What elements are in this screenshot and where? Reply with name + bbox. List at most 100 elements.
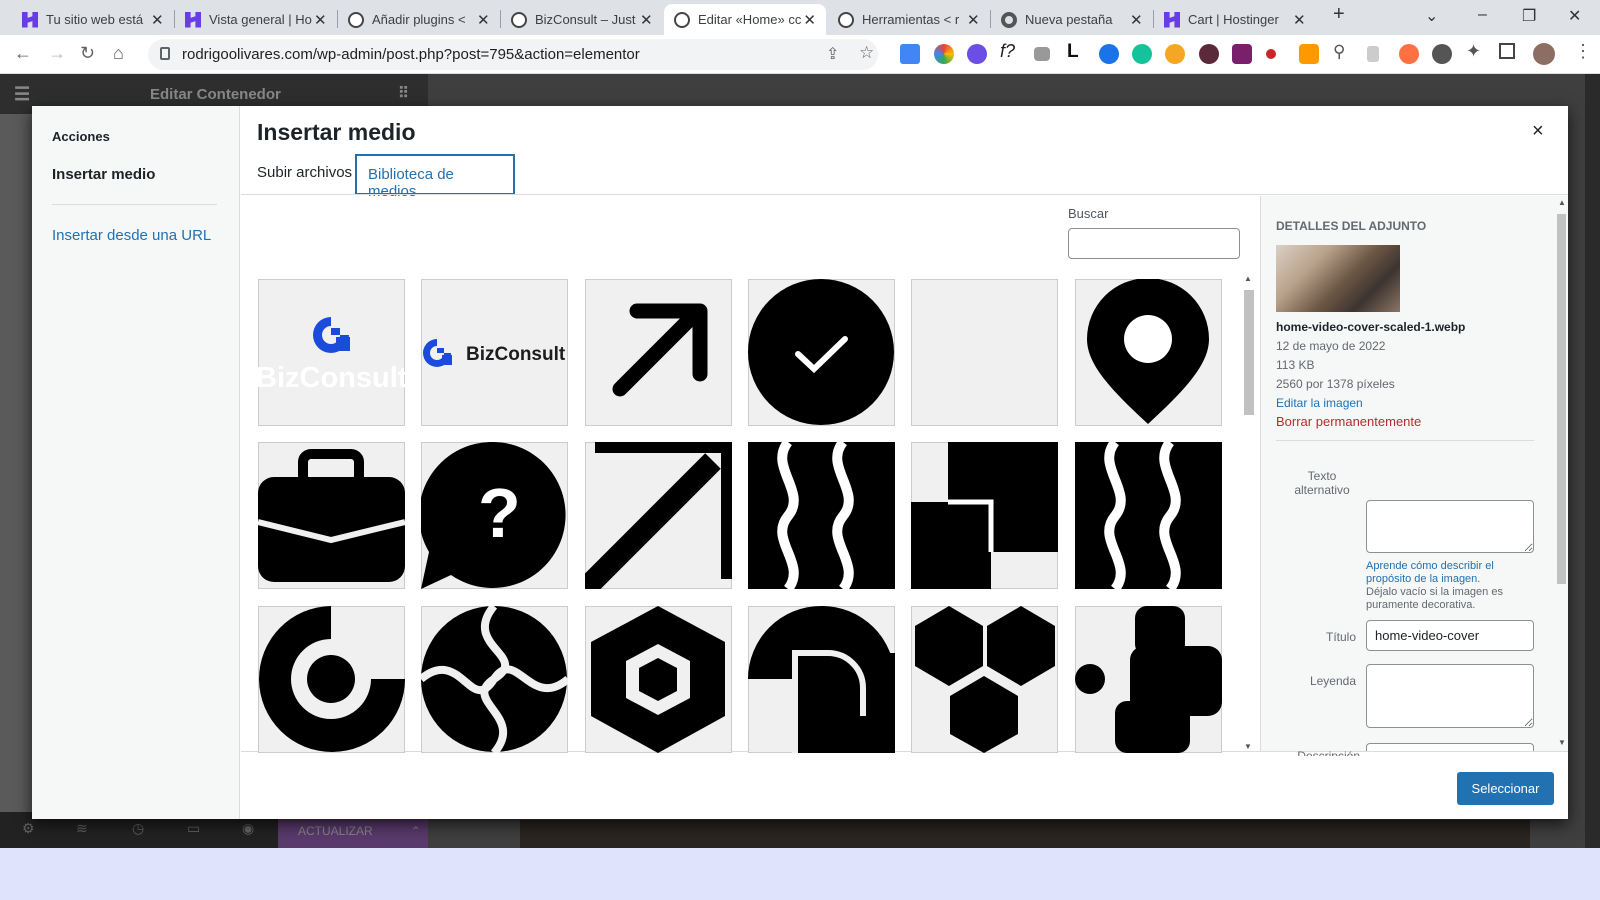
alt-text-field[interactable]: [1366, 500, 1534, 553]
home-icon[interactable]: ⌂: [113, 43, 124, 64]
title-field[interactable]: [1366, 620, 1534, 651]
menu-item-insert-media[interactable]: Insertar medio: [52, 166, 155, 183]
layers-icon[interactable]: ≋: [76, 820, 88, 837]
responsive-icon[interactable]: ▭: [187, 820, 200, 837]
editor-scrollbar[interactable]: [1585, 74, 1600, 848]
extension-icon[interactable]: [1399, 44, 1419, 64]
tab-search-icon[interactable]: ⌄: [1425, 6, 1438, 26]
chrome-menu-icon[interactable]: ⋮: [1574, 41, 1592, 62]
media-item-arrow-large[interactable]: [585, 442, 732, 589]
search-input[interactable]: [1068, 228, 1240, 259]
edit-image-link[interactable]: Editar la imagen: [1276, 396, 1363, 410]
extension-icon[interactable]: [1367, 46, 1379, 62]
bookmark-star-icon[interactable]: ☆: [859, 43, 874, 63]
media-item-waves[interactable]: [748, 442, 895, 589]
history-icon[interactable]: ◷: [132, 820, 144, 837]
media-item-bizconsult-logo-dark[interactable]: BizConsult: [421, 279, 568, 426]
browser-tab[interactable]: Herramientas < r ✕: [828, 4, 988, 35]
close-tab-icon[interactable]: ✕: [640, 11, 653, 29]
maximize-icon[interactable]: ❐: [1522, 6, 1536, 26]
media-item-ring[interactable]: [258, 606, 405, 753]
browser-tab[interactable]: Tu sitio web está ✕: [12, 4, 172, 35]
l-extension-icon[interactable]: L: [1067, 41, 1079, 63]
close-tab-icon[interactable]: ✕: [803, 11, 816, 29]
media-item-hexagons[interactable]: [911, 606, 1058, 753]
media-item-check[interactable]: [748, 279, 895, 426]
select-button[interactable]: Seleccionar: [1457, 772, 1554, 805]
font-extension-icon[interactable]: f?: [1000, 41, 1015, 62]
browser-tab[interactable]: Añadir plugins < ✕: [338, 4, 498, 35]
side-panel-icon[interactable]: [1499, 43, 1515, 59]
amazon-extension-icon[interactable]: [1299, 44, 1319, 64]
hostinger-icon: [22, 11, 38, 28]
extension-icon[interactable]: [1165, 44, 1185, 64]
close-tab-icon[interactable]: ✕: [314, 11, 327, 29]
extension-icon[interactable]: [1199, 44, 1219, 64]
new-tab-icon[interactable]: +: [1333, 3, 1345, 26]
attachment-filename: home-video-cover-scaled-1.webp: [1276, 320, 1466, 334]
camera-extension-icon[interactable]: [1034, 47, 1050, 61]
browser-tab-active[interactable]: Editar «Home» cc ✕: [664, 4, 826, 35]
hamburger-menu-icon[interactable]: ☰: [14, 84, 30, 105]
settings-icon[interactable]: ⚙: [22, 820, 35, 837]
media-item-question[interactable]: ?: [421, 442, 568, 589]
browser-tab[interactable]: BizConsult – Just ✕: [501, 4, 661, 35]
close-tab-icon[interactable]: ✕: [1130, 11, 1143, 29]
back-icon[interactable]: ←: [14, 43, 32, 64]
address-bar[interactable]: rodrigoolivares.com/wp-admin/post.php?po…: [148, 39, 878, 70]
tab-upload-files[interactable]: Subir archivos: [257, 164, 352, 181]
media-item-arrow[interactable]: [585, 279, 732, 426]
tab-media-library[interactable]: Biblioteca de medios: [356, 155, 514, 200]
caption-field[interactable]: [1366, 664, 1534, 728]
scroll-up-icon[interactable]: ▲: [1244, 274, 1252, 283]
media-item-rounded-squares[interactable]: [1075, 606, 1222, 753]
media-item-shape-p[interactable]: [748, 606, 895, 753]
translate-extension-icon[interactable]: [900, 44, 920, 64]
chevron-up-icon[interactable]: ⌃: [411, 824, 421, 838]
minimize-icon[interactable]: –: [1478, 6, 1487, 24]
browser-tab[interactable]: Vista general | Ho ✕: [175, 4, 335, 35]
close-tab-icon[interactable]: ✕: [1293, 11, 1306, 29]
extension-icon[interactable]: [1099, 44, 1119, 64]
menu-item-insert-url[interactable]: Insertar desde una URL: [52, 227, 211, 244]
close-icon[interactable]: ×: [1532, 120, 1544, 143]
scroll-down-icon[interactable]: ▼: [1244, 742, 1252, 751]
tab-strip: Tu sitio web está ✕ Vista general | Ho ✕ A…: [0, 0, 1600, 35]
extension-icon[interactable]: [1266, 49, 1276, 59]
media-item-waves-2[interactable]: [1075, 442, 1222, 589]
extension-icon[interactable]: [967, 44, 987, 64]
puzzle-extensions-icon[interactable]: ✦: [1466, 41, 1481, 62]
extension-icon[interactable]: [1432, 44, 1452, 64]
media-item-bizconsult-logo-white[interactable]: BizConsult: [258, 279, 405, 426]
scroll-down-icon[interactable]: ▼: [1558, 738, 1566, 747]
grammarly-icon[interactable]: [1132, 44, 1152, 64]
delete-permanently-link[interactable]: Borrar permanentemente: [1276, 414, 1421, 429]
description-field[interactable]: [1366, 743, 1534, 751]
extension-icon[interactable]: [1232, 44, 1252, 64]
media-item-swirl[interactable]: [421, 606, 568, 753]
media-item-briefcase[interactable]: [258, 442, 405, 589]
reload-icon[interactable]: ↻: [80, 43, 95, 64]
media-item-map-pin[interactable]: [1075, 279, 1222, 426]
widgets-grid-icon[interactable]: ⠿: [398, 84, 409, 102]
media-grid-scroll-thumb[interactable]: [1244, 290, 1254, 415]
scroll-up-icon[interactable]: ▲: [1558, 198, 1566, 207]
close-tab-icon[interactable]: ✕: [967, 11, 980, 29]
browser-tab[interactable]: Nueva pestaña ✕: [991, 4, 1151, 35]
media-item-blank[interactable]: [911, 279, 1058, 426]
close-tab-icon[interactable]: ✕: [477, 11, 490, 29]
color-picker-extension-icon[interactable]: [934, 44, 954, 64]
zoom-icon[interactable]: ⚲: [1333, 42, 1345, 62]
forward-icon[interactable]: →: [48, 43, 66, 64]
media-item-squares[interactable]: [911, 442, 1058, 589]
details-scroll-thumb[interactable]: [1557, 214, 1566, 584]
hexagon-icon: [591, 606, 725, 753]
share-icon[interactable]: ⇪: [826, 44, 839, 64]
avatar[interactable]: [1533, 43, 1555, 65]
alt-text-help-link[interactable]: Aprende cómo describir el propósito de l…: [1366, 560, 1494, 585]
browser-tab[interactable]: Cart | Hostinger ✕: [1154, 4, 1314, 35]
preview-eye-icon[interactable]: ◉: [242, 820, 254, 837]
close-tab-icon[interactable]: ✕: [151, 11, 164, 29]
media-item-hexagon[interactable]: [585, 606, 732, 753]
close-window-icon[interactable]: ✕: [1568, 6, 1581, 26]
